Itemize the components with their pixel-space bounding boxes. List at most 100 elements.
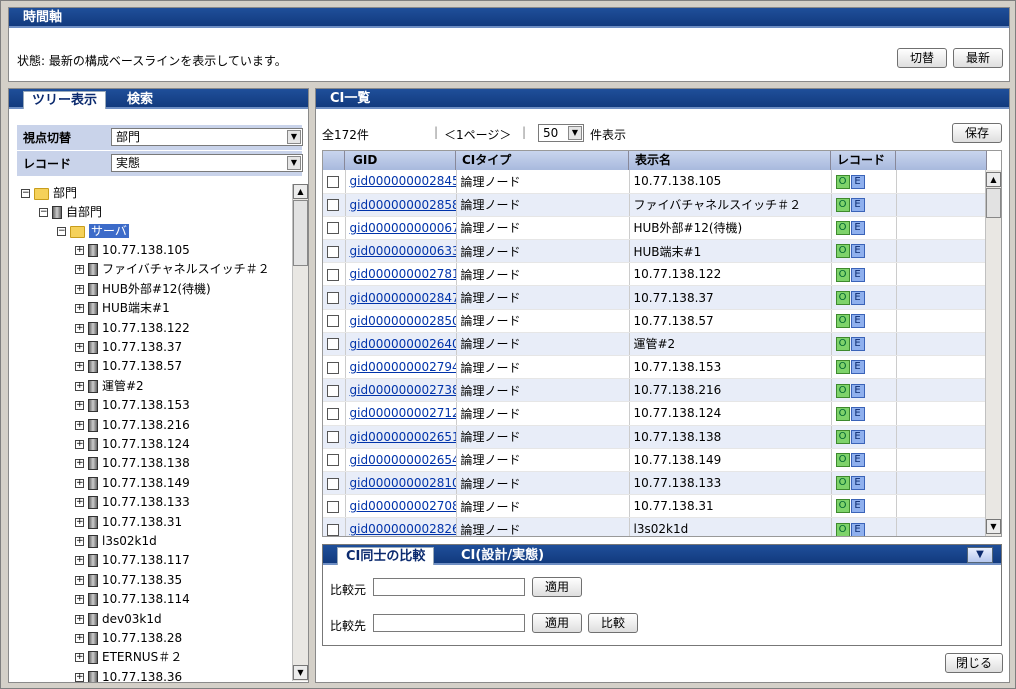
- viewpoint-select[interactable]: 部門 ▼: [111, 128, 303, 146]
- row-checkbox[interactable]: [327, 292, 339, 305]
- tree-item[interactable]: +10.77.138.133: [75, 493, 190, 512]
- table-row[interactable]: gid000000002850 論理ノード 10.77.138.57 O E: [323, 309, 988, 333]
- table-row[interactable]: gid000000002712 論理ノード 10.77.138.124 O E: [323, 401, 988, 426]
- compare-target-input[interactable]: [373, 614, 525, 632]
- save-button[interactable]: 保存: [952, 123, 1002, 143]
- row-checkbox[interactable]: [327, 245, 339, 258]
- tree-item[interactable]: + ファイバチャネルスイッチ＃２: [75, 260, 270, 279]
- tree-item[interactable]: + ETERNUS＃２: [75, 648, 182, 667]
- column-header-display-name[interactable]: 表示名: [629, 151, 831, 170]
- table-row[interactable]: gid000000002654 論理ノード 10.77.138.149 O E: [323, 448, 988, 472]
- close-button[interactable]: 閉じる: [945, 653, 1003, 673]
- tree-item[interactable]: +10.77.138.114: [75, 590, 190, 609]
- expand-icon[interactable]: +: [75, 284, 84, 294]
- expand-icon[interactable]: +: [75, 343, 84, 352]
- tree-item[interactable]: +10.77.138.31: [75, 513, 182, 532]
- record-e-badge[interactable]: E: [850, 221, 865, 236]
- expand-icon[interactable]: +: [75, 517, 84, 527]
- tree-item[interactable]: +10.77.138.36: [75, 668, 182, 682]
- tree-item[interactable]: + dev03k1d: [75, 610, 162, 629]
- expand-icon[interactable]: +: [75, 575, 84, 585]
- collapse-icon[interactable]: −: [21, 189, 30, 198]
- gid-link[interactable]: gid000000000633: [350, 244, 456, 258]
- record-e-badge[interactable]: E: [850, 174, 865, 189]
- apply-target-button[interactable]: 適用: [532, 613, 582, 633]
- expand-icon[interactable]: +: [75, 614, 84, 624]
- gid-link[interactable]: gid000000002858: [350, 198, 456, 212]
- tree-item[interactable]: +10.77.138.117: [75, 551, 190, 570]
- tree-item[interactable]: +10.77.138.138: [75, 454, 190, 473]
- record-e-badge[interactable]: E: [850, 383, 865, 398]
- grid-scrollbar[interactable]: ▲ ▼: [985, 170, 1001, 536]
- record-o-badge[interactable]: O: [835, 522, 850, 536]
- tab-ci-design-actual[interactable]: CI(設計/実態): [453, 547, 552, 565]
- record-e-badge[interactable]: E: [850, 499, 865, 514]
- table-row[interactable]: gid000000002794 論理ノード 10.77.138.153 O E: [323, 355, 988, 380]
- tree-item[interactable]: +10.77.138.35: [75, 571, 182, 590]
- record-e-badge[interactable]: E: [850, 429, 865, 444]
- row-checkbox[interactable]: [327, 384, 339, 397]
- table-row[interactable]: gid000000002845 論理ノード 10.77.138.105 O E: [323, 170, 988, 194]
- column-header-record[interactable]: レコード: [831, 151, 896, 170]
- tree-item[interactable]: +10.77.138.37: [75, 338, 182, 357]
- row-checkbox[interactable]: [327, 500, 339, 513]
- collapse-icon[interactable]: −: [57, 227, 66, 236]
- record-o-badge[interactable]: O: [835, 383, 850, 398]
- row-checkbox[interactable]: [327, 199, 339, 212]
- table-row[interactable]: gid000000002858 論理ノード ファイバチャネルスイッチ＃２ O E: [323, 193, 988, 217]
- record-e-badge[interactable]: E: [850, 244, 865, 259]
- expand-icon[interactable]: +: [75, 653, 84, 663]
- gid-link[interactable]: gid000000002847: [350, 291, 456, 305]
- gid-link[interactable]: gid000000002781: [350, 267, 456, 281]
- table-row[interactable]: gid000000002810 論理ノード 10.77.138.133 O E: [323, 471, 988, 496]
- record-o-badge[interactable]: O: [835, 360, 850, 375]
- expand-icon[interactable]: +: [75, 478, 84, 488]
- expand-icon[interactable]: +: [75, 420, 84, 430]
- row-checkbox[interactable]: [327, 222, 339, 235]
- expand-icon[interactable]: +: [75, 304, 84, 314]
- record-o-badge[interactable]: O: [835, 313, 850, 328]
- row-checkbox[interactable]: [327, 268, 339, 281]
- gid-link[interactable]: gid000000002850: [350, 314, 456, 328]
- table-row[interactable]: gid000000002826 論理ノード l3s02k1d O E: [323, 517, 988, 536]
- table-row[interactable]: gid000000000067 論理ノード HUB外部#12(待機) O E: [323, 216, 988, 241]
- expand-icon[interactable]: +: [75, 459, 84, 469]
- tab-search[interactable]: 検索: [119, 91, 161, 109]
- tree-node-root[interactable]: − 部門: [21, 184, 77, 203]
- tree-item[interactable]: +10.77.138.124: [75, 435, 190, 454]
- expand-icon[interactable]: +: [75, 634, 84, 643]
- apply-source-button[interactable]: 適用: [532, 577, 582, 597]
- tree-node-department[interactable]: − 自部門: [39, 203, 102, 222]
- row-checkbox[interactable]: [327, 315, 339, 328]
- column-header-gid[interactable]: GID: [345, 151, 456, 170]
- record-e-badge[interactable]: E: [850, 313, 865, 328]
- expand-icon[interactable]: +: [75, 265, 84, 275]
- gid-link[interactable]: gid000000002810: [350, 476, 456, 490]
- tree-item[interactable]: +10.77.138.105: [75, 241, 190, 260]
- tree-item[interactable]: +10.77.138.57: [75, 357, 182, 376]
- expand-icon[interactable]: +: [75, 537, 84, 546]
- record-o-badge[interactable]: O: [835, 198, 850, 213]
- collapse-panel-button[interactable]: ▼: [967, 547, 993, 563]
- gid-link[interactable]: gid000000000067: [350, 221, 456, 235]
- compare-source-input[interactable]: [373, 578, 525, 596]
- expand-icon[interactable]: +: [75, 401, 84, 411]
- tree-item[interactable]: + HUB外部#12(待機): [75, 280, 211, 299]
- collapse-icon[interactable]: −: [39, 208, 48, 217]
- row-checkbox[interactable]: [327, 477, 339, 490]
- record-e-badge[interactable]: E: [850, 453, 865, 468]
- row-checkbox[interactable]: [327, 523, 339, 536]
- record-e-badge[interactable]: E: [850, 198, 865, 213]
- record-o-badge[interactable]: O: [835, 337, 850, 352]
- row-checkbox[interactable]: [327, 407, 339, 420]
- record-o-badge[interactable]: O: [835, 406, 850, 421]
- tab-tree-view[interactable]: ツリー表示: [23, 91, 107, 109]
- gid-link[interactable]: gid000000002738: [350, 383, 456, 397]
- switch-button[interactable]: 切替: [897, 48, 947, 68]
- record-o-badge[interactable]: O: [835, 429, 850, 444]
- table-row[interactable]: gid000000000633 論理ノード HUB端末#1 O E: [323, 239, 988, 264]
- row-checkbox[interactable]: [327, 361, 339, 374]
- record-select[interactable]: 実態 ▼: [111, 154, 303, 172]
- table-row[interactable]: gid000000002847 論理ノード 10.77.138.37 O E: [323, 285, 988, 310]
- pager[interactable]: ＜1ページ＞: [444, 126, 511, 143]
